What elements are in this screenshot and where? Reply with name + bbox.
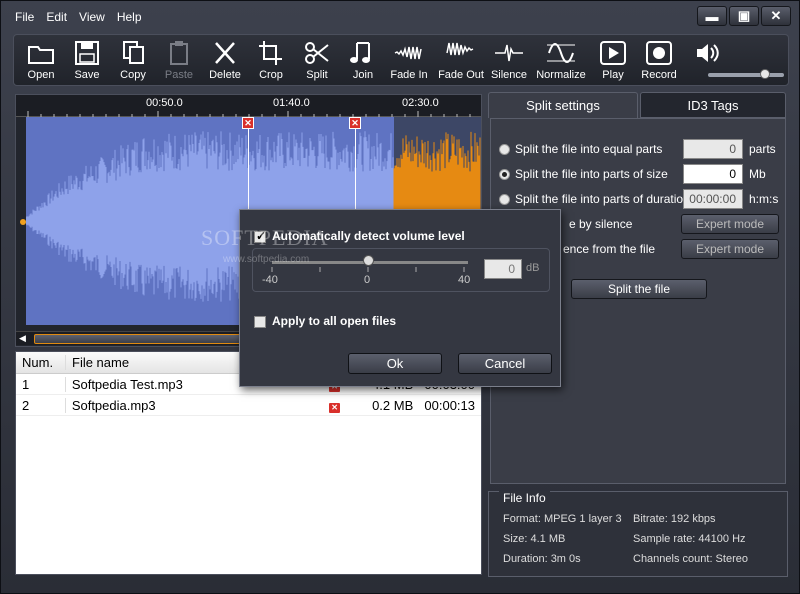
fade-out-button[interactable]: Fade Out <box>434 39 488 81</box>
folder-icon <box>28 46 54 64</box>
level-mid: 0 <box>364 274 371 286</box>
normalize-button[interactable]: Normalize <box>534 39 588 81</box>
crop-icon <box>259 41 282 65</box>
apply-all-checkbox[interactable] <box>254 315 266 328</box>
softpedia-watermark: SOFTPEDIA <box>201 225 329 250</box>
scroll-left-icon[interactable]: ◀ <box>19 333 26 344</box>
ruler-label-1: 00:50.0 <box>146 97 183 109</box>
play-icon <box>600 41 626 65</box>
menu-help[interactable]: Help <box>111 7 148 29</box>
radio-equal-parts[interactable] <box>499 143 510 155</box>
fade-in-button[interactable]: Fade In <box>382 39 436 81</box>
remove-marker-icon[interactable]: ✕ <box>349 117 361 129</box>
table-row[interactable]: 2 Softpedia.mp3 ✕ 0.2 MB 00:00:13 <box>16 395 481 416</box>
toolbar: Open Save Copy Paste Delete Crop Split J… <box>13 34 789 86</box>
apply-all-option[interactable]: Apply to all open files <box>254 314 396 328</box>
file-info-group: File Info Format: MPEG 1 layer 3 Bitrate… <box>488 491 788 577</box>
menu-file[interactable]: File <box>9 7 40 29</box>
scrollbar-thumb[interactable] <box>34 334 246 344</box>
option-remove-silence-label[interactable]: ence from the file <box>563 242 655 256</box>
file-info-title: File Info <box>499 491 550 505</box>
expert-mode-button[interactable]: Expert mode <box>681 214 779 234</box>
silence-button[interactable]: Silence <box>482 39 536 81</box>
menu-bar: File Edit View Help <box>9 7 148 29</box>
maximize-button[interactable]: ▣ <box>729 6 759 26</box>
option-equal-parts[interactable]: Split the file into equal parts <box>499 142 662 156</box>
record-button[interactable]: Record <box>632 39 686 81</box>
info-samplerate: Sample rate: 44100 Hz <box>633 533 746 545</box>
softpedia-watermark-url: www.softpedia.com <box>223 254 310 265</box>
level-slider-knob[interactable] <box>363 255 374 266</box>
ruler-label-3: 02:30.0 <box>402 97 439 109</box>
app-window: File Edit View Help ▬ ▣ ✕ Open Save Copy… <box>0 0 800 594</box>
silence-wave-icon <box>495 44 523 62</box>
db-input[interactable]: 0 <box>484 259 522 279</box>
option-by-silence-label[interactable]: e by silence <box>569 217 632 231</box>
cancel-button[interactable]: Cancel <box>458 353 552 374</box>
info-format: Format: MPEG 1 layer 3 <box>503 513 622 525</box>
window-controls: ▬ ▣ ✕ <box>697 6 791 26</box>
volume-slider-knob[interactable] <box>760 69 770 79</box>
duration-input[interactable]: 00:00:00 <box>683 189 743 209</box>
ruler-label-2: 01:40.0 <box>273 97 310 109</box>
duration-unit: h:m:s <box>749 192 779 206</box>
record-icon <box>646 41 672 65</box>
parts-unit: parts <box>749 142 776 156</box>
music-notes-icon <box>350 42 370 63</box>
db-unit: dB <box>526 262 540 274</box>
equal-parts-input[interactable]: 0 <box>683 139 743 159</box>
split-file-button[interactable]: Split the file <box>571 279 707 299</box>
level-max: 40 <box>458 274 471 286</box>
volume-slider-track[interactable] <box>708 73 784 77</box>
tab-split-settings[interactable]: Split settings <box>488 92 638 118</box>
remove-marker-icon[interactable]: ✕ <box>242 117 254 129</box>
info-size: Size: 4.1 MB <box>503 533 566 545</box>
info-channels: Channels count: Stereo <box>633 553 748 565</box>
info-bitrate: Bitrate: 192 kbps <box>633 513 716 525</box>
floppy-icon <box>75 41 99 65</box>
radio-size[interactable] <box>499 168 510 180</box>
menu-view[interactable]: View <box>73 7 111 29</box>
clipboard-icon <box>170 41 188 65</box>
radio-duration[interactable] <box>499 193 510 205</box>
tab-id3-tags[interactable]: ID3 Tags <box>640 92 786 118</box>
envelope-point[interactable] <box>20 219 26 225</box>
info-duration: Duration: 3m 0s <box>503 553 581 565</box>
level-min: -40 <box>262 274 278 286</box>
normalize-wave-icon <box>547 43 575 63</box>
size-unit: Mb <box>749 167 766 181</box>
fade-out-wave-icon <box>446 42 474 56</box>
menu-edit[interactable]: Edit <box>40 7 73 29</box>
option-duration[interactable]: Split the file into parts of duration <box>499 192 690 206</box>
minimize-button[interactable]: ▬ <box>697 6 727 26</box>
remove-file-icon[interactable]: ✕ <box>329 402 341 413</box>
expert-mode-button[interactable]: Expert mode <box>681 239 779 259</box>
fade-in-wave-icon <box>394 46 422 60</box>
level-slider-ticks <box>271 267 465 272</box>
option-size[interactable]: Split the file into parts of size <box>499 167 668 181</box>
copy-icon <box>123 41 144 64</box>
size-input[interactable]: 0 <box>683 164 743 184</box>
speaker-icon <box>697 44 719 62</box>
scissors-icon <box>305 42 329 64</box>
close-button[interactable]: ✕ <box>761 6 791 26</box>
column-num[interactable]: Num. <box>16 355 66 370</box>
ok-button[interactable]: Ok <box>348 353 442 374</box>
scissors-x-icon <box>215 42 235 64</box>
time-ruler: 00:50.0 01:40.0 02:30.0 <box>16 95 481 117</box>
